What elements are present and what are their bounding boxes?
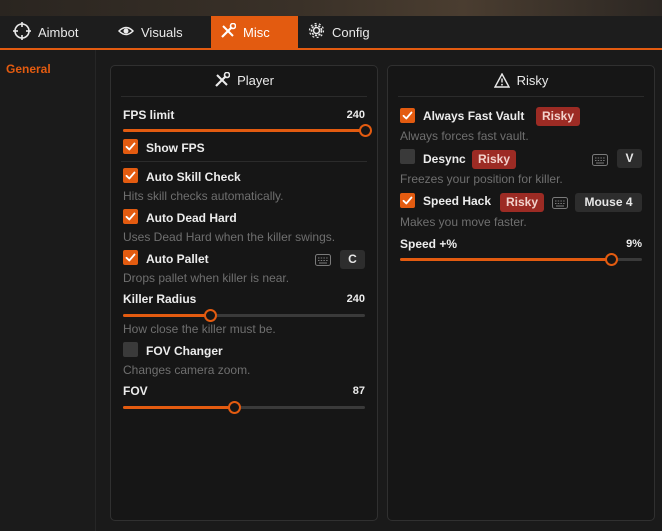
auto-skill-check-label: Auto Skill Check xyxy=(146,170,241,184)
divider xyxy=(121,161,367,162)
speed-value: 9% xyxy=(626,238,642,250)
desync-desc: Freezes your position for killer. xyxy=(400,172,563,186)
speed-hack-label: Speed Hack xyxy=(423,194,492,208)
panel-header: Player xyxy=(111,66,377,94)
risky-panel: Risky Always Fast Vault Risky Always for… xyxy=(387,65,655,521)
killer-radius-slider[interactable] xyxy=(123,309,365,322)
auto-dead-hard-label: Auto Dead Hard xyxy=(146,211,237,225)
killer-radius-label: Killer Radius xyxy=(123,292,197,306)
slider-fill xyxy=(123,314,211,317)
warning-icon xyxy=(493,72,510,88)
keyboard-icon xyxy=(552,196,568,214)
speed-label: Speed +% xyxy=(400,237,458,251)
auto-pallet-label: Auto Pallet xyxy=(146,252,209,266)
panel-title: Risky xyxy=(516,72,549,88)
tab-misc[interactable]: Misc xyxy=(211,16,298,48)
tab-visuals[interactable]: Visuals xyxy=(110,16,206,48)
fov-changer-checkbox[interactable] xyxy=(123,342,138,357)
desync-label: Desync xyxy=(423,152,466,166)
eye-icon xyxy=(117,24,135,41)
speed-slider[interactable] xyxy=(400,253,642,266)
gear-icon xyxy=(308,22,325,42)
risky-badge: Risky xyxy=(500,193,545,212)
player-panel: Player FPS limit 240 Show FPS Auto Skill… xyxy=(110,65,378,521)
slider-fill xyxy=(400,258,611,261)
killer-radius-value: 240 xyxy=(346,293,365,305)
tab-aimbot[interactable]: Aimbot xyxy=(6,16,104,48)
keyboard-icon xyxy=(592,153,608,171)
sidebar: General xyxy=(0,50,96,531)
show-fps-label: Show FPS xyxy=(146,141,205,155)
tab-label: Misc xyxy=(243,24,270,40)
auto-dead-hard-desc: Uses Dead Hard when the killer swings. xyxy=(123,230,336,244)
slider-fill xyxy=(123,129,365,132)
fps-limit-slider[interactable] xyxy=(123,124,372,137)
killer-radius-desc: How close the killer must be. xyxy=(123,322,276,336)
auto-pallet-checkbox[interactable] xyxy=(123,250,138,265)
auto-skill-check-desc: Hits skill checks automatically. xyxy=(123,189,284,203)
fov-label: FOV xyxy=(123,384,148,398)
slider-knob[interactable] xyxy=(204,309,218,322)
desync-checkbox[interactable] xyxy=(400,149,415,164)
slider-knob[interactable] xyxy=(228,401,242,414)
tools-icon xyxy=(214,72,231,88)
always-fast-vault-desc: Always forces fast vault. xyxy=(400,129,529,143)
divider xyxy=(121,96,367,97)
crosshair-icon xyxy=(13,21,31,43)
tab-bar: Aimbot Visuals Misc Config xyxy=(0,16,662,50)
fov-changer-label: FOV Changer xyxy=(146,344,223,358)
panel-title: Player xyxy=(237,72,274,88)
auto-dead-hard-checkbox[interactable] xyxy=(123,209,138,224)
sidebar-item-general[interactable]: General xyxy=(6,62,51,76)
show-fps-checkbox[interactable] xyxy=(123,139,138,154)
tab-config[interactable]: Config xyxy=(300,16,384,48)
fps-limit-value: 240 xyxy=(346,109,365,121)
risky-badge: Risky xyxy=(536,107,581,126)
divider xyxy=(398,96,644,97)
keyboard-icon xyxy=(315,253,331,271)
risky-badge: Risky xyxy=(472,150,517,169)
tab-label: Visuals xyxy=(141,24,183,40)
speed-hack-keybind[interactable]: Mouse 4 xyxy=(575,193,642,212)
fov-value: 87 xyxy=(352,385,365,397)
auto-pallet-desc: Drops pallet when killer is near. xyxy=(123,271,290,285)
slider-knob[interactable] xyxy=(359,124,372,137)
fov-slider[interactable] xyxy=(123,401,365,414)
slider-fill xyxy=(123,406,235,409)
tab-label: Aimbot xyxy=(38,24,79,40)
speed-hack-desc: Makes you move faster. xyxy=(400,215,527,229)
always-fast-vault-label: Always Fast Vault xyxy=(423,109,525,123)
fps-limit-label: FPS limit xyxy=(123,108,175,122)
auto-skill-check-checkbox[interactable] xyxy=(123,168,138,183)
auto-pallet-keybind[interactable]: C xyxy=(340,250,365,269)
tab-label: Config xyxy=(332,24,370,40)
fov-changer-desc: Changes camera zoom. xyxy=(123,363,251,377)
desync-keybind[interactable]: V xyxy=(617,149,642,168)
always-fast-vault-checkbox[interactable] xyxy=(400,108,415,123)
panel-header: Risky xyxy=(388,66,654,94)
speed-hack-checkbox[interactable] xyxy=(400,193,415,208)
slider-knob[interactable] xyxy=(604,253,618,266)
tools-icon xyxy=(220,22,237,42)
